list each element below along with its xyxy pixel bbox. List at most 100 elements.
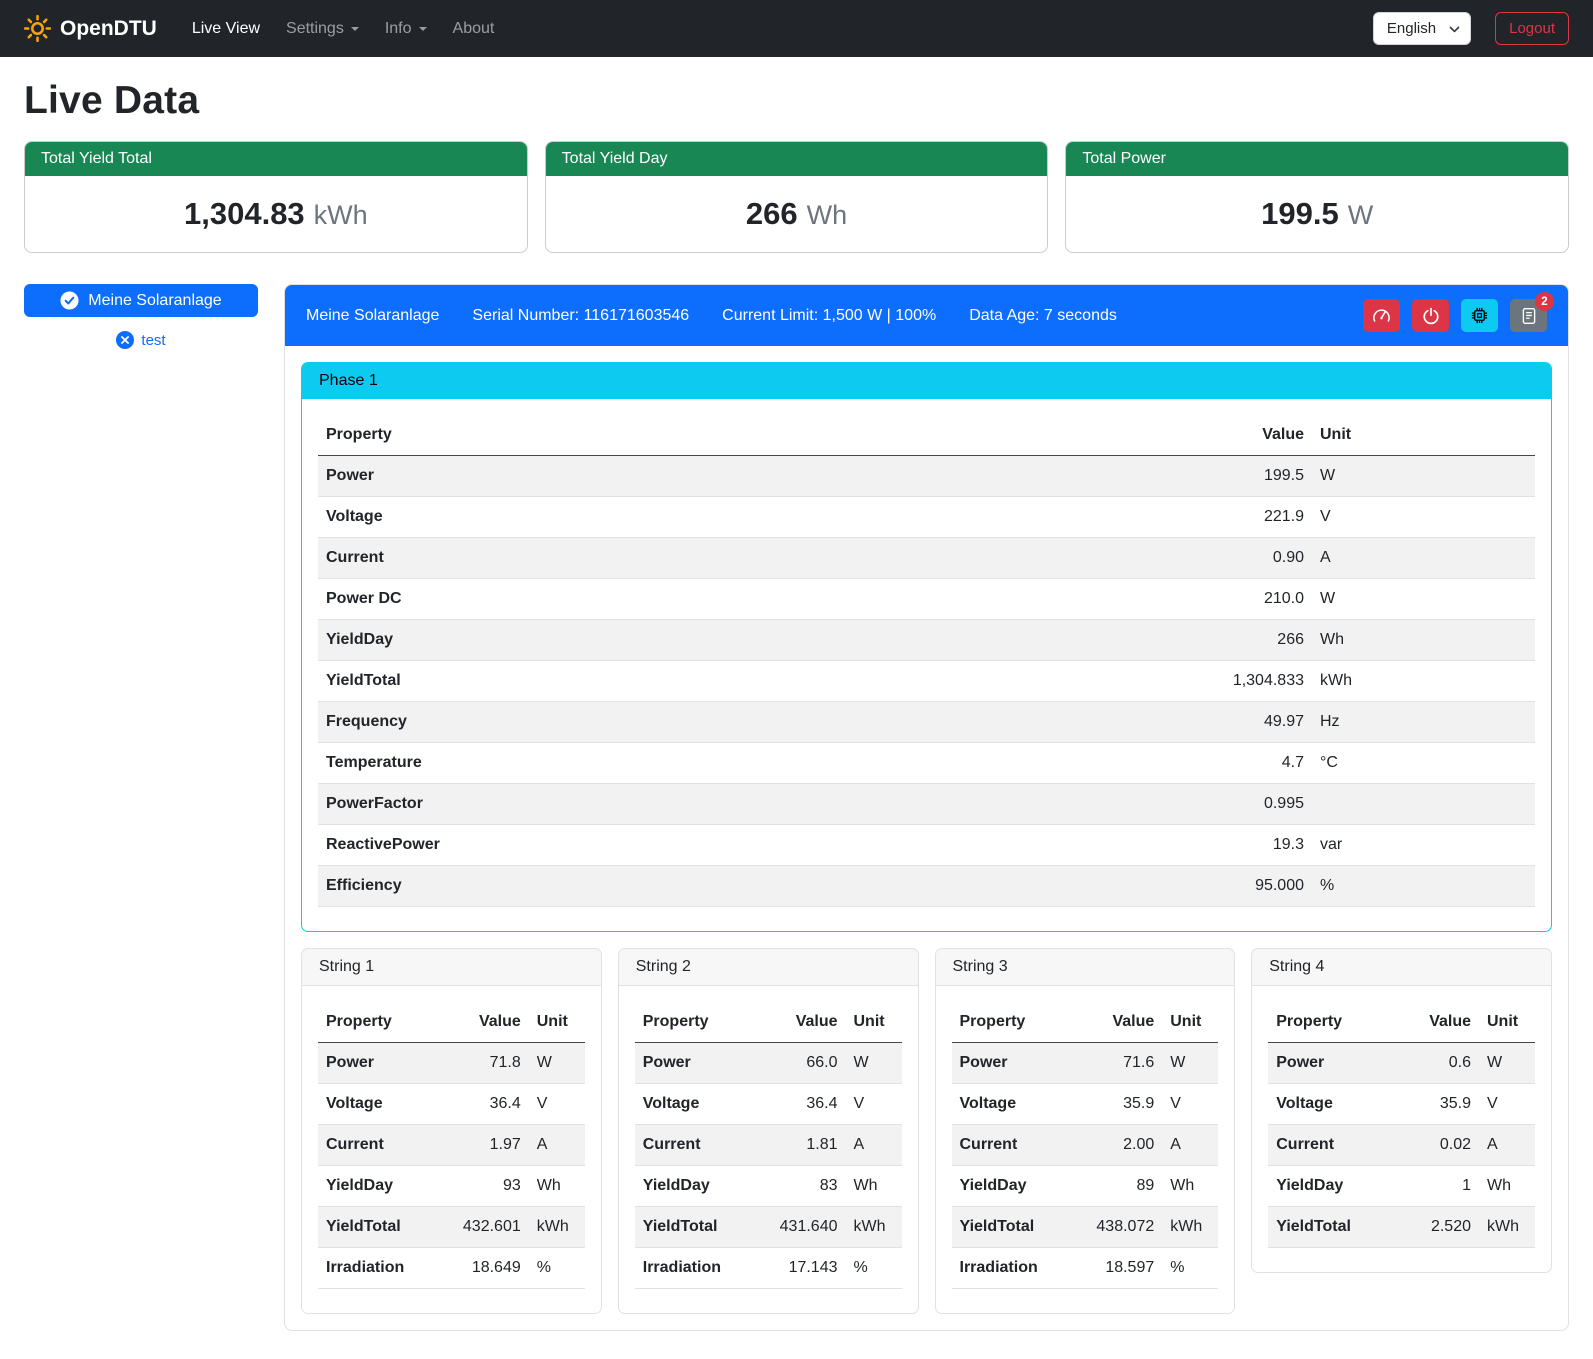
unit-cell: Hz (1312, 702, 1535, 743)
device-info-button[interactable] (1461, 299, 1498, 332)
property-cell: Voltage (1268, 1084, 1399, 1125)
table-row: Irradiation 18.597 % (952, 1248, 1219, 1289)
string-4-title: String 4 (1252, 949, 1551, 986)
unit-cell: Wh (1312, 620, 1535, 661)
value-cell: 0.90 (1162, 538, 1312, 579)
navbar: OpenDTU Live View Settings Info About En… (0, 0, 1593, 57)
inverter-select-active[interactable]: Meine Solaranlage (24, 284, 258, 317)
table-row: Voltage 35.9 V (952, 1084, 1219, 1125)
nav-links: Live View Settings Info About (179, 12, 508, 46)
unit-cell: W (1479, 1043, 1535, 1084)
value-cell: 35.9 (1082, 1084, 1162, 1125)
summary-card-title: Total Yield Total (25, 142, 527, 176)
table-row: Power 71.8 W (318, 1043, 585, 1084)
summary-unit: W (1348, 200, 1373, 230)
summary-unit: Wh (807, 200, 848, 230)
brand-title: OpenDTU (60, 17, 157, 41)
nav-item-about[interactable]: About (440, 12, 508, 46)
unit-cell: W (1312, 456, 1535, 497)
value-cell: 0.6 (1399, 1043, 1479, 1084)
table-row: ReactivePower 19.3 var (318, 825, 1535, 866)
unit-cell: V (529, 1084, 585, 1125)
string-2-table: Property Value Unit Power 66.0 W Voltage… (635, 1002, 902, 1289)
string-2-body: Property Value Unit Power 66.0 W Voltage… (619, 986, 918, 1313)
string-4-body: Property Value Unit Power 0.6 W Voltage … (1252, 986, 1551, 1272)
unit-cell: V (846, 1084, 902, 1125)
phase-table: Property Value Unit Power 199.5 W Voltag… (318, 415, 1535, 907)
brand[interactable]: OpenDTU (24, 15, 157, 42)
caret-down-icon (351, 27, 359, 31)
column-header-unit: Unit (846, 1002, 902, 1043)
unit-cell: % (846, 1248, 902, 1289)
unit-cell: kWh (1312, 661, 1535, 702)
summary-value: 266 (746, 196, 798, 231)
unit-cell: A (846, 1125, 902, 1166)
property-cell: Power (952, 1043, 1083, 1084)
value-cell: 49.97 (1162, 702, 1312, 743)
inverter-sidebar: Meine Solaranlage test (24, 284, 258, 349)
logout-button[interactable]: Logout (1495, 12, 1569, 45)
value-cell: 1.81 (766, 1125, 846, 1166)
inverter-panel: Meine Solaranlage Serial Number: 1161716… (284, 284, 1569, 1331)
table-row: YieldDay 83 Wh (635, 1166, 902, 1207)
unit-cell (1312, 784, 1535, 825)
navbar-right: English Logout (1373, 12, 1569, 45)
unit-cell: A (1162, 1125, 1218, 1166)
column-header-value: Value (766, 1002, 846, 1043)
event-log-button[interactable]: 2 (1510, 299, 1547, 332)
power-button[interactable] (1412, 299, 1449, 332)
property-cell: Voltage (318, 1084, 449, 1125)
property-cell: YieldDay (318, 620, 1162, 661)
unit-cell: W (1162, 1043, 1218, 1084)
phase-body: Property Value Unit Power 199.5 W Voltag… (302, 399, 1551, 931)
unit-cell: V (1312, 497, 1535, 538)
summary-card-body: 199.5W (1066, 176, 1568, 252)
summary-card-title: Total Yield Day (546, 142, 1048, 176)
unit-cell: A (1479, 1125, 1535, 1166)
table-row: Voltage 36.4 V (635, 1084, 902, 1125)
table-row: Voltage 36.4 V (318, 1084, 585, 1125)
unit-cell: kWh (1162, 1207, 1218, 1248)
nav-item-settings[interactable]: Settings (273, 12, 372, 46)
property-cell: Irradiation (635, 1248, 766, 1289)
string-3-table-body: Power 71.6 W Voltage 35.9 V Current 2.00… (952, 1043, 1219, 1289)
inverter-select-test[interactable]: test (24, 331, 258, 349)
property-cell: Voltage (635, 1084, 766, 1125)
column-header-property: Property (952, 1002, 1083, 1043)
language-select[interactable]: English (1373, 12, 1471, 45)
inverter-actions: 2 (1363, 299, 1547, 332)
limit-settings-button[interactable] (1363, 299, 1400, 332)
column-header-value: Value (449, 1002, 529, 1043)
event-count-badge: 2 (1535, 292, 1554, 311)
column-header-unit: Unit (1479, 1002, 1535, 1043)
string-3-table: Property Value Unit Power 71.6 W Voltage… (952, 1002, 1219, 1289)
column-header-value: Value (1162, 415, 1312, 456)
nav-item-live-view[interactable]: Live View (179, 12, 273, 46)
property-cell: YieldDay (635, 1166, 766, 1207)
string-card-3: String 3 Property Value Unit (935, 948, 1236, 1314)
table-row: Current 1.81 A (635, 1125, 902, 1166)
nav-item-info[interactable]: Info (372, 12, 440, 46)
unit-cell: var (1312, 825, 1535, 866)
column-header-property: Property (1268, 1002, 1399, 1043)
string-card-4: String 4 Property Value Unit (1251, 948, 1552, 1273)
unit-cell: V (1479, 1084, 1535, 1125)
property-cell: Frequency (318, 702, 1162, 743)
property-cell: Irradiation (952, 1248, 1083, 1289)
value-cell: 1 (1399, 1166, 1479, 1207)
unit-cell: A (529, 1125, 585, 1166)
string-3-title: String 3 (936, 949, 1235, 986)
value-cell: 4.7 (1162, 743, 1312, 784)
table-row: YieldDay 89 Wh (952, 1166, 1219, 1207)
string-1-title: String 1 (302, 949, 601, 986)
table-header-row: Property Value Unit (1268, 1002, 1535, 1043)
property-cell: YieldDay (318, 1166, 449, 1207)
property-cell: Voltage (952, 1084, 1083, 1125)
string-3-body: Property Value Unit Power 71.6 W Voltage… (936, 986, 1235, 1313)
string-4-table: Property Value Unit Power 0.6 W Voltage … (1268, 1002, 1535, 1248)
string-2-table-body: Power 66.0 W Voltage 36.4 V Current 1.81… (635, 1043, 902, 1289)
column-header-unit: Unit (529, 1002, 585, 1043)
column-header-property: Property (635, 1002, 766, 1043)
sun-icon (24, 15, 51, 42)
nav-item-info-label: Info (385, 20, 412, 37)
